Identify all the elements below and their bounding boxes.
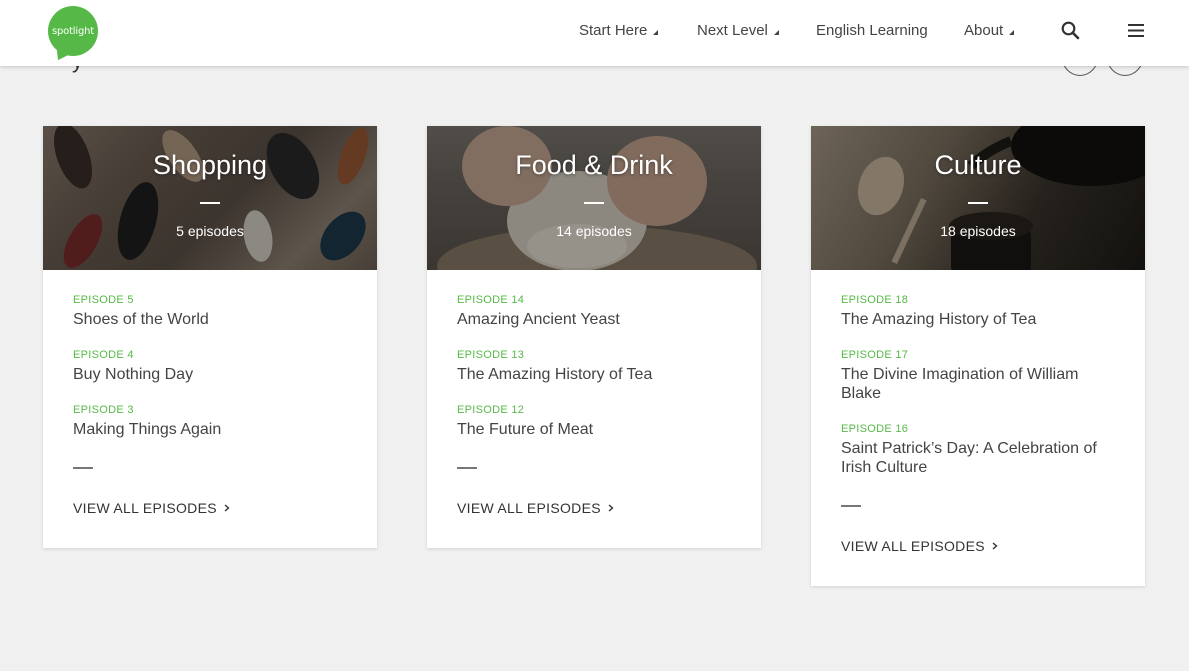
episode-item[interactable]: EPISODE 16 Saint Patrick’s Day: A Celebr… bbox=[841, 423, 1115, 477]
episode-title[interactable]: Saint Patrick’s Day: A Celebration of Ir… bbox=[841, 439, 1115, 477]
category-card-shopping: Shopping 5 episodes EPISODE 5 Shoes of t… bbox=[43, 126, 377, 548]
nav-label: Start Here bbox=[579, 22, 648, 39]
episode-item[interactable]: EPISODE 13 The Amazing History of Tea bbox=[457, 349, 731, 384]
episode-number: EPISODE 5 bbox=[73, 294, 134, 306]
episode-item[interactable]: EPISODE 4 Buy Nothing Day bbox=[73, 349, 347, 384]
episode-item[interactable]: EPISODE 3 Making Things Again bbox=[73, 404, 347, 439]
category-card-food-drink: Food & Drink 14 episodes EPISODE 14 Amaz… bbox=[427, 126, 761, 548]
episode-number: EPISODE 14 bbox=[457, 294, 525, 306]
episode-title[interactable]: Buy Nothing Day bbox=[73, 365, 347, 384]
episode-item[interactable]: EPISODE 18 The Amazing History of Tea bbox=[841, 294, 1115, 329]
divider bbox=[584, 202, 604, 204]
episode-number: EPISODE 17 bbox=[841, 349, 909, 361]
episode-number: EPISODE 4 bbox=[73, 349, 134, 361]
card-body: EPISODE 18 The Amazing History of Tea EP… bbox=[811, 270, 1145, 586]
view-all-episodes-link[interactable]: VIEW ALL EPISODES bbox=[73, 500, 231, 516]
divider bbox=[457, 467, 477, 469]
caret-icon bbox=[653, 30, 659, 35]
card-hero[interactable]: Culture 18 episodes bbox=[811, 126, 1145, 270]
nav-next-level[interactable]: Next Level bbox=[697, 22, 779, 39]
card-title: Food & Drink bbox=[515, 150, 673, 180]
episode-title[interactable]: The Future of Meat bbox=[457, 420, 731, 439]
site-header: spotlight Start Here Next Level English … bbox=[0, 0, 1189, 66]
nav-label: English Learning bbox=[816, 22, 928, 39]
spotlight-logo[interactable]: spotlight bbox=[48, 6, 98, 56]
caret-icon bbox=[1009, 30, 1015, 35]
episode-count: 14 episodes bbox=[556, 223, 632, 239]
divider bbox=[841, 505, 861, 507]
nav-label: About bbox=[964, 22, 1004, 39]
card-hero[interactable]: Food & Drink 14 episodes bbox=[427, 126, 761, 270]
card-hero[interactable]: Shopping 5 episodes bbox=[43, 126, 377, 270]
link-label: VIEW ALL EPISODES bbox=[841, 538, 985, 554]
nav-label: Next Level bbox=[697, 22, 768, 39]
category-card-culture: Culture 18 episodes EPISODE 18 The Amazi… bbox=[811, 126, 1145, 586]
card-title: Culture bbox=[934, 150, 1022, 180]
hamburger-menu-icon[interactable] bbox=[1126, 20, 1150, 44]
episode-item[interactable]: EPISODE 12 The Future of Meat bbox=[457, 404, 731, 439]
episode-number: EPISODE 12 bbox=[457, 404, 525, 416]
episode-title[interactable]: The Amazing History of Tea bbox=[841, 310, 1115, 329]
episode-number: EPISODE 16 bbox=[841, 423, 909, 435]
view-all-episodes-link[interactable]: VIEW ALL EPISODES bbox=[457, 500, 615, 516]
card-body: EPISODE 5 Shoes of the World EPISODE 4 B… bbox=[43, 270, 377, 548]
nav-about[interactable]: About bbox=[964, 22, 1015, 39]
episode-number: EPISODE 18 bbox=[841, 294, 909, 306]
card-title: Shopping bbox=[152, 150, 268, 180]
nav-start-here[interactable]: Start Here bbox=[579, 22, 659, 39]
episode-number: EPISODE 3 bbox=[73, 404, 134, 416]
caret-icon bbox=[773, 30, 779, 35]
episode-item[interactable]: EPISODE 14 Amazing Ancient Yeast bbox=[457, 294, 731, 329]
card-body: EPISODE 14 Amazing Ancient Yeast EPISODE… bbox=[427, 270, 761, 548]
search-icon[interactable] bbox=[1060, 20, 1084, 44]
divider bbox=[73, 467, 93, 469]
chevron-right-icon bbox=[608, 504, 614, 512]
episode-title[interactable]: Amazing Ancient Yeast bbox=[457, 310, 731, 329]
chevron-right-icon bbox=[992, 542, 998, 550]
episode-title[interactable]: The Amazing History of Tea bbox=[457, 365, 731, 384]
divider bbox=[200, 202, 220, 204]
episode-item[interactable]: EPISODE 17 The Divine Imagination of Wil… bbox=[841, 349, 1115, 403]
link-label: VIEW ALL EPISODES bbox=[73, 500, 217, 516]
episode-title[interactable]: Shoes of the World bbox=[73, 310, 347, 329]
episode-count: 18 episodes bbox=[940, 223, 1016, 239]
episode-title[interactable]: Making Things Again bbox=[73, 420, 347, 439]
episode-count: 5 episodes bbox=[176, 223, 244, 239]
episode-title[interactable]: The Divine Imagination of William Blake bbox=[841, 365, 1115, 403]
episode-item[interactable]: EPISODE 5 Shoes of the World bbox=[73, 294, 347, 329]
logo-text: spotlight bbox=[52, 25, 94, 37]
chevron-right-icon bbox=[224, 504, 230, 512]
nav-english-learning[interactable]: English Learning bbox=[816, 22, 928, 39]
link-label: VIEW ALL EPISODES bbox=[457, 500, 601, 516]
divider bbox=[968, 202, 988, 204]
episode-number: EPISODE 13 bbox=[457, 349, 525, 361]
view-all-episodes-link[interactable]: VIEW ALL EPISODES bbox=[841, 538, 999, 554]
